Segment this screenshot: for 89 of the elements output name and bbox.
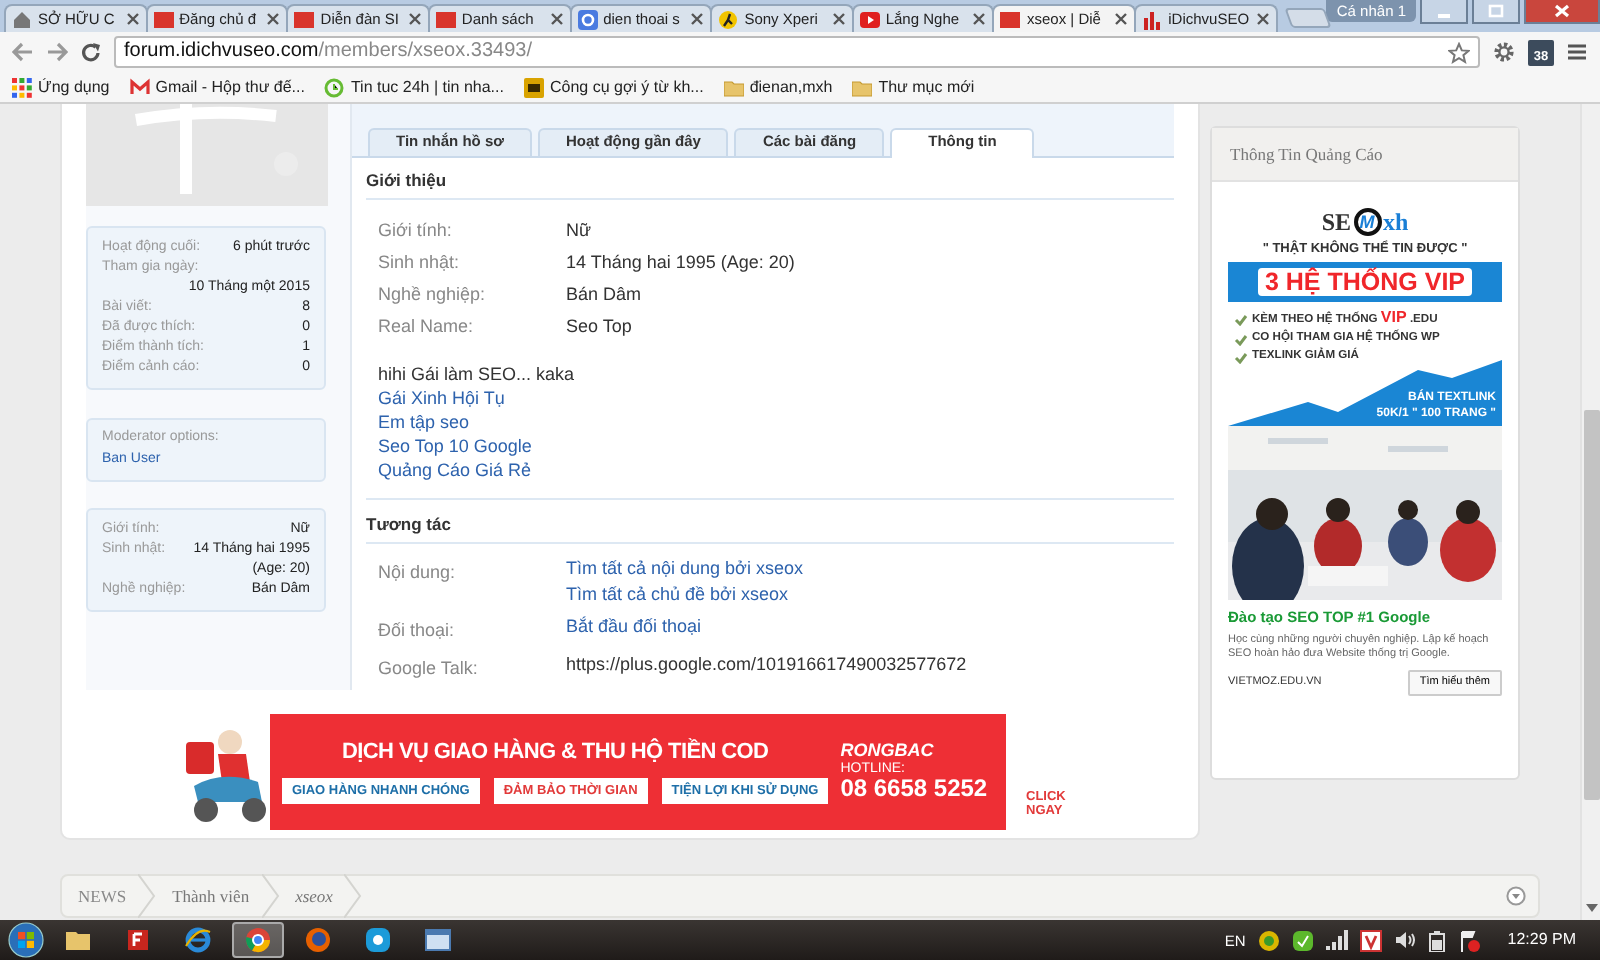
panel-title: Thông Tin Quảng Cáo bbox=[1212, 128, 1518, 182]
close-icon[interactable] bbox=[125, 12, 140, 26]
profile-link[interactable]: Em tập seo bbox=[378, 410, 470, 435]
flag-icon[interactable] bbox=[1457, 929, 1480, 951]
v-tile-icon[interactable] bbox=[1359, 929, 1382, 951]
close-icon[interactable] bbox=[266, 12, 281, 26]
dropdown-icon[interactable] bbox=[1506, 886, 1526, 906]
folder-icon bbox=[852, 77, 873, 97]
taskbar-app[interactable] bbox=[232, 922, 284, 958]
profile-link[interactable]: Tìm tất cả chủ đề bởi xseox bbox=[566, 582, 788, 609]
clock-icon bbox=[324, 77, 345, 97]
volume-icon[interactable] bbox=[1393, 930, 1416, 950]
folder-icon bbox=[723, 77, 744, 97]
scrollbar-thumb[interactable] bbox=[1583, 410, 1599, 800]
bar-chart-icon bbox=[1142, 9, 1163, 29]
scroll-down-icon[interactable] bbox=[1585, 904, 1597, 912]
ad-headline: 3 HỆ THỐNG VIP bbox=[1258, 268, 1472, 297]
hotline-number: 08 6658 5252 bbox=[840, 776, 988, 803]
maximize-button[interactable] bbox=[1472, 0, 1521, 24]
bookmark-item[interactable]: đienan,mxh bbox=[723, 77, 833, 97]
gear-icon[interactable] bbox=[1492, 40, 1516, 64]
section-heading: Tương tác bbox=[366, 500, 1174, 545]
field-label: Google Talk: bbox=[378, 656, 480, 683]
address-bar[interactable]: forum.idichvuseo.com/members/xseox.33493/ bbox=[114, 36, 1480, 68]
ie-icon bbox=[184, 926, 212, 954]
maximize-icon bbox=[1488, 4, 1505, 18]
banner-headline: DỊCH VỤ GIAO HÀNG & THU HỘ TIỀN COD bbox=[342, 739, 769, 766]
section-heading: Giới thiệu bbox=[366, 158, 1174, 201]
bookmark-item[interactable]: Thư mục mới bbox=[852, 77, 975, 97]
site-logo-icon bbox=[294, 9, 315, 29]
bookmark-item[interactable]: Gmail - Hộp thư đế... bbox=[129, 77, 305, 97]
field-value: hihi Gái làm SEO... kaka bbox=[378, 362, 575, 387]
bookmark-item[interactable]: Ứng dụng bbox=[12, 77, 110, 97]
skype-icon bbox=[364, 926, 392, 954]
close-icon[interactable] bbox=[1114, 12, 1129, 26]
close-icon[interactable] bbox=[972, 12, 987, 26]
logo-text: SE bbox=[1321, 208, 1351, 237]
profile-link[interactable]: Tìm tất cả nội dung bởi xseox bbox=[566, 556, 803, 583]
close-button[interactable] bbox=[1524, 0, 1600, 24]
folder-icon bbox=[64, 926, 92, 954]
reload-icon[interactable] bbox=[80, 41, 102, 63]
close-icon[interactable] bbox=[549, 12, 564, 26]
star-icon[interactable] bbox=[1448, 41, 1470, 63]
tile-icon bbox=[523, 77, 544, 97]
field-label: Giới tính: bbox=[378, 218, 454, 245]
minimize-button[interactable] bbox=[1420, 0, 1469, 24]
mail-icon bbox=[129, 77, 150, 97]
brand-logo: RONGBAC bbox=[840, 741, 936, 761]
field-value: 14 Tháng hai 1995 (Age: 20) bbox=[566, 250, 795, 277]
field-label: Real Name: bbox=[378, 314, 476, 341]
field-value: Nữ bbox=[566, 218, 592, 245]
breadcrumb-link[interactable]: xseox bbox=[279, 876, 345, 916]
logo-mark: M bbox=[1353, 208, 1381, 237]
url-text: forum.idichvuseo.com/members/xseox.33493/ bbox=[124, 40, 532, 64]
battery-icon[interactable] bbox=[1427, 929, 1446, 951]
profile-link[interactable]: Gái Xinh Hội Tụ bbox=[378, 386, 505, 411]
bookmark-item[interactable]: Công cụ gợi ý từ kh... bbox=[523, 77, 704, 97]
field-value: https://plus.google.com/101916617490032577672 bbox=[566, 652, 967, 679]
play-icon bbox=[859, 9, 880, 29]
field-label: Đối thoại: bbox=[378, 618, 457, 645]
site-logo-icon bbox=[1000, 9, 1021, 29]
close-icon bbox=[1554, 4, 1571, 18]
chrome-icon bbox=[244, 926, 272, 954]
close-icon[interactable] bbox=[407, 12, 422, 26]
close-icon[interactable] bbox=[1255, 12, 1270, 26]
site-logo-icon bbox=[435, 9, 456, 29]
field-value: Bán Dâm bbox=[566, 282, 642, 309]
back-icon[interactable] bbox=[12, 42, 34, 62]
close-icon[interactable] bbox=[690, 12, 705, 26]
field-label: Nghề nghiệp: bbox=[378, 282, 488, 309]
field-label: Nội dung: bbox=[378, 560, 458, 587]
field-value: Seo Top bbox=[566, 314, 632, 341]
apps-grid-icon bbox=[12, 77, 32, 97]
breadcrumb-link[interactable]: Thành viên bbox=[156, 876, 262, 916]
profile-link[interactable]: Bắt đầu đối thoại bbox=[566, 614, 702, 641]
window-icon bbox=[424, 926, 452, 954]
menu-icon[interactable] bbox=[1566, 42, 1588, 62]
forward-icon[interactable] bbox=[46, 42, 68, 62]
clock-time[interactable]: 12:29 PM bbox=[1491, 930, 1592, 950]
signal-icon[interactable] bbox=[1325, 930, 1348, 950]
profile-link[interactable]: Quảng Cáo Giá Rẻ bbox=[378, 458, 532, 483]
site-logo-icon bbox=[153, 9, 174, 29]
bookmark-item[interactable]: Tin tuc 24h | tin nha... bbox=[324, 77, 504, 97]
profile-link[interactable]: Seo Top 10 Google bbox=[378, 434, 532, 459]
start-button[interactable] bbox=[8, 922, 44, 958]
field-label: Sinh nhật: bbox=[378, 250, 462, 277]
close-icon[interactable] bbox=[831, 12, 846, 26]
logo-text: xh bbox=[1383, 208, 1409, 237]
firefox-icon bbox=[304, 926, 332, 954]
